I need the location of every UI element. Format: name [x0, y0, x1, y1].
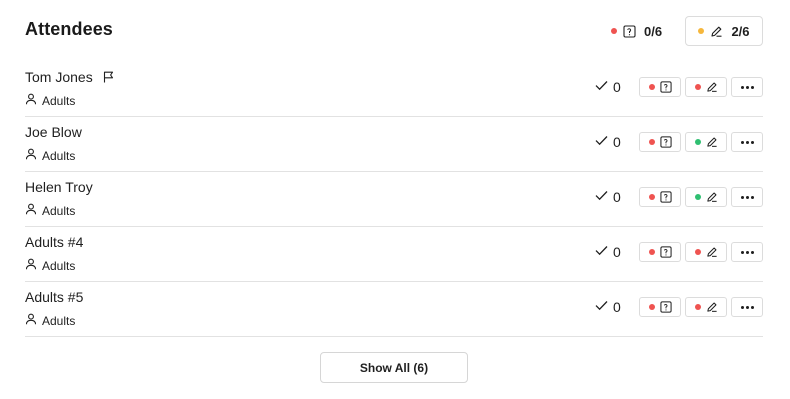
- pencil-icon: [706, 136, 718, 148]
- form-icon: [659, 301, 672, 313]
- checkin-count: 0: [595, 243, 621, 261]
- attendee-name[interactable]: Adults #5: [25, 289, 83, 305]
- attendee-name[interactable]: Tom Jones: [25, 69, 93, 85]
- waiver-status-dot: [694, 249, 701, 255]
- ellipsis-icon: [740, 140, 754, 144]
- attendee-row[interactable]: Joe Blow Adults 0: [25, 117, 763, 172]
- waiver-status-button[interactable]: [685, 77, 727, 97]
- checkin-value: 0: [613, 244, 621, 260]
- check-icon: [595, 188, 608, 206]
- attendee-group-label: Adults: [42, 94, 76, 108]
- attendees-header: Attendees 0/6 2/6: [25, 0, 763, 62]
- attendee-name[interactable]: Joe Blow: [25, 124, 82, 140]
- form-status-dot: [648, 249, 655, 255]
- checkin-value: 0: [613, 189, 621, 205]
- attendee-name-wrap: Adults #5: [25, 289, 83, 305]
- flag-icon: [103, 71, 114, 83]
- checkin-count: 0: [595, 133, 621, 151]
- attendee-group-label: Adults: [42, 314, 76, 328]
- pencil-icon: [710, 25, 723, 38]
- more-options-button[interactable]: [731, 77, 763, 97]
- form-status-button[interactable]: [639, 297, 681, 317]
- ellipsis-icon: [740, 85, 754, 89]
- ellipsis-icon: [740, 305, 754, 309]
- checkin-count: 0: [595, 298, 621, 316]
- pencil-icon: [706, 301, 718, 313]
- ellipsis-icon: [740, 250, 754, 254]
- form-status-dot: [648, 84, 655, 90]
- check-icon: [595, 78, 608, 96]
- waiver-status-button[interactable]: [685, 297, 727, 317]
- waiver-status-dot: [694, 194, 701, 200]
- waiver-status-button[interactable]: [685, 132, 727, 152]
- show-all-button[interactable]: Show All (6): [320, 352, 468, 383]
- waiver-status-dot: [694, 139, 701, 145]
- checkin-value: 0: [613, 299, 621, 315]
- attendee-row[interactable]: Tom Jones Adults 0: [25, 62, 763, 117]
- more-options-button[interactable]: [731, 132, 763, 152]
- more-options-button[interactable]: [731, 242, 763, 262]
- attendee-row[interactable]: Adults #4 Adults 0: [25, 227, 763, 282]
- pencil-icon: [706, 246, 718, 258]
- waiver-status-dot: [694, 84, 701, 90]
- attendee-row[interactable]: Adults #5 Adults 0: [25, 282, 763, 337]
- attendee-group: Adults: [25, 147, 75, 165]
- form-icon: [659, 246, 672, 258]
- attendee-group-label: Adults: [42, 204, 76, 218]
- checkin-count: 0: [595, 188, 621, 206]
- waiver-status-dot: [694, 304, 701, 310]
- forms-count: 0/6: [644, 23, 663, 39]
- person-icon: [25, 147, 37, 165]
- attendee-group: Adults: [25, 312, 75, 330]
- checkin-count: 0: [595, 78, 621, 96]
- more-options-button[interactable]: [731, 297, 763, 317]
- attendee-group: Adults: [25, 257, 75, 275]
- form-status-button[interactable]: [639, 242, 681, 262]
- more-options-button[interactable]: [731, 187, 763, 207]
- attendee-group: Adults: [25, 202, 75, 220]
- ellipsis-icon: [740, 195, 754, 199]
- forms-summary[interactable]: 0/6: [610, 16, 672, 46]
- waivers-count: 2/6: [731, 23, 750, 39]
- check-icon: [595, 243, 608, 261]
- form-icon: [659, 81, 672, 93]
- attendee-row[interactable]: Helen Troy Adults 0: [25, 172, 763, 227]
- form-status-dot: [648, 304, 655, 310]
- attendee-name-wrap: Helen Troy: [25, 179, 93, 195]
- attendee-name[interactable]: Helen Troy: [25, 179, 93, 195]
- attendee-list: Tom Jones Adults 0 Joe Blow Adults 0 Helen Tro…: [25, 62, 763, 337]
- attendee-group: Adults: [25, 92, 75, 110]
- pencil-icon: [706, 81, 718, 93]
- page-title: Attendees: [25, 19, 113, 39]
- checkin-value: 0: [613, 79, 621, 95]
- attendee-name-wrap: Joe Blow: [25, 124, 82, 140]
- form-status-button[interactable]: [639, 132, 681, 152]
- waivers-status-dot: [698, 28, 705, 34]
- attendee-group-label: Adults: [42, 149, 76, 163]
- form-icon: [659, 191, 672, 203]
- pencil-icon: [706, 191, 718, 203]
- waivers-summary-button[interactable]: 2/6: [685, 16, 763, 46]
- waiver-status-button[interactable]: [685, 242, 727, 262]
- attendee-name[interactable]: Adults #4: [25, 234, 83, 250]
- person-icon: [25, 312, 37, 330]
- attendee-name-wrap: Tom Jones: [25, 69, 114, 85]
- form-status-button[interactable]: [639, 187, 681, 207]
- check-icon: [595, 298, 608, 316]
- form-status-dot: [648, 194, 655, 200]
- check-icon: [595, 133, 608, 151]
- form-icon: [659, 136, 672, 148]
- person-icon: [25, 257, 37, 275]
- person-icon: [25, 202, 37, 220]
- checkin-value: 0: [613, 134, 621, 150]
- attendee-name-wrap: Adults #4: [25, 234, 83, 250]
- forms-status-dot: [611, 28, 617, 34]
- waiver-status-button[interactable]: [685, 187, 727, 207]
- form-status-button[interactable]: [639, 77, 681, 97]
- attendee-group-label: Adults: [42, 259, 76, 273]
- form-icon: [623, 24, 636, 38]
- form-status-dot: [648, 139, 655, 145]
- person-icon: [25, 92, 37, 110]
